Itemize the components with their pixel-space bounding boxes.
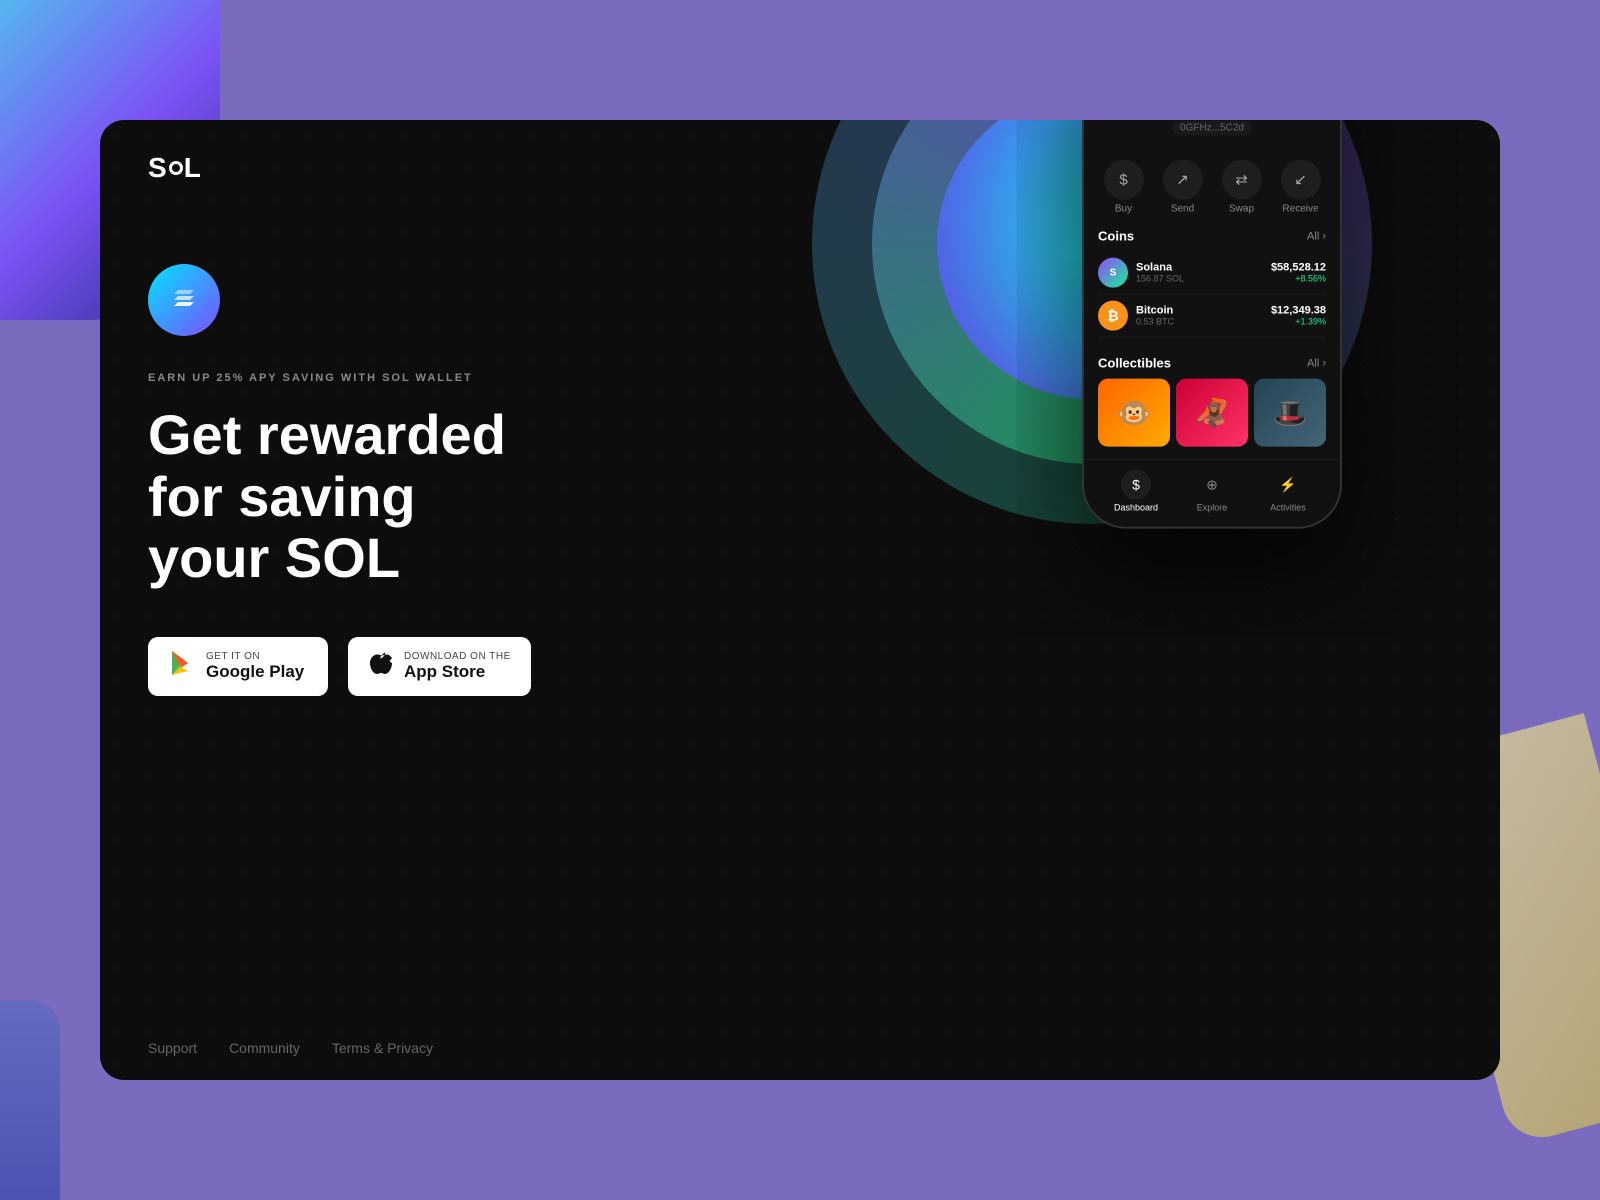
explore-nav-label: Explore (1197, 503, 1228, 513)
phone-device: 44:44 ▌▌▌ 📶 ▮ ⇄ ⚙ (1082, 120, 1342, 529)
footer-terms-link[interactable]: Terms & Privacy (332, 1040, 433, 1056)
headline-line1: Get rewarded (148, 403, 506, 466)
solana-change: +8.56% (1271, 274, 1326, 284)
left-panel: EARN UP 25% APY SAVING WITH SOL WALLET G… (148, 244, 668, 696)
collectibles-all[interactable]: All › (1307, 357, 1326, 369)
collectibles-section: Collectibles All › 🐵 🦧 🎩 (1084, 352, 1340, 451)
coins-section: Coins All › S Solana 156.87 SOL (1084, 225, 1340, 342)
google-play-text: GET IT ON Google Play (206, 651, 304, 682)
action-buy[interactable]: $ Buy (1096, 160, 1151, 215)
headline-line3: your SOL (148, 526, 400, 589)
swap-label: Swap (1229, 204, 1254, 215)
apple-icon (368, 649, 394, 684)
bitcoin-info: Bitcoin 0.53 BTC (1136, 305, 1263, 327)
solana-info: Solana 156.87 SOL (1136, 262, 1263, 284)
solana-price: $58,528.12 (1271, 262, 1326, 274)
logo-circle (169, 161, 183, 175)
nav-explore[interactable]: ⊕ Explore (1174, 470, 1250, 513)
action-swap[interactable]: ⇄ Swap (1214, 160, 1269, 215)
receive-label: Receive (1282, 204, 1318, 215)
app-buttons-container: GET IT ON Google Play Download on the Ap… (148, 637, 668, 696)
collectibles-header: Collectibles All › (1098, 356, 1326, 371)
send-label: Send (1171, 204, 1194, 215)
coin-row-solana[interactable]: S Solana 156.87 SOL $58,528.12 +8.56% (1098, 252, 1326, 295)
solana-icon: S (1098, 258, 1128, 288)
send-icon: ↗ (1163, 160, 1203, 200)
buy-icon: $ (1104, 160, 1144, 200)
nft-item-1[interactable]: 🐵 (1098, 379, 1170, 447)
bitcoin-name: Bitcoin (1136, 305, 1263, 317)
collectibles-title: Collectibles (1098, 356, 1171, 371)
main-card: SL EARN UP 25% APY SAVING WITH SOL WALLE… (100, 120, 1500, 1080)
brand-icon (148, 264, 220, 336)
phone-mockup: 44:44 ▌▌▌ 📶 ▮ ⇄ ⚙ (1082, 120, 1342, 529)
headline: Get rewarded for saving your SOL (148, 404, 668, 589)
wallet-center: 👛 My Wallet ∨ $70,889.34 0GFHz...5C2d (1084, 120, 1340, 150)
bitcoin-icon: ₿ (1098, 301, 1128, 331)
bitcoin-change: +1.39% (1271, 317, 1326, 327)
solana-amount: 156.87 SOL (1136, 274, 1263, 284)
bitcoin-values: $12,349.38 +1.39% (1271, 305, 1326, 327)
footer-support-link[interactable]: Support (148, 1040, 197, 1056)
footer-community-link[interactable]: Community (229, 1040, 300, 1056)
receive-icon: ↙ (1281, 160, 1321, 200)
main-content: EARN UP 25% APY SAVING WITH SOL WALLET G… (100, 184, 1500, 1016)
collectibles-grid: 🐵 🦧 🎩 (1098, 379, 1326, 447)
app-store-name: App Store (404, 662, 511, 682)
app-store-button[interactable]: Download on the App Store (348, 637, 531, 696)
nav-activities[interactable]: ⚡ Activities (1250, 470, 1326, 513)
action-send[interactable]: ↗ Send (1155, 160, 1210, 215)
google-play-store-name: Google Play (206, 662, 304, 682)
coins-all[interactable]: All › (1307, 230, 1326, 242)
headline-line2: for saving (148, 465, 416, 528)
dashboard-nav-icon: $ (1121, 470, 1151, 500)
swap-icon: ⇄ (1222, 160, 1262, 200)
bitcoin-price: $12,349.38 (1271, 305, 1326, 317)
google-play-small-label: GET IT ON (206, 651, 304, 662)
buy-label: Buy (1115, 204, 1132, 215)
action-buttons: $ Buy ↗ Send ⇄ Swap (1084, 150, 1340, 225)
activities-nav-icon: ⚡ (1273, 470, 1303, 500)
coin-row-bitcoin[interactable]: ₿ Bitcoin 0.53 BTC $12,349.38 +1.39% (1098, 295, 1326, 338)
solana-name: Solana (1136, 262, 1263, 274)
tagline: EARN UP 25% APY SAVING WITH SOL WALLET (148, 372, 668, 384)
solana-values: $58,528.12 +8.56% (1271, 262, 1326, 284)
wallet-address: 0GFHz...5C2d (1172, 121, 1252, 136)
google-play-button[interactable]: GET IT ON Google Play (148, 637, 328, 696)
action-receive[interactable]: ↙ Receive (1273, 160, 1328, 215)
nft-item-2[interactable]: 🦧 (1176, 379, 1248, 447)
explore-nav-icon: ⊕ (1197, 470, 1227, 500)
bg-decoration-bottom-left (0, 1000, 60, 1200)
app-store-text: Download on the App Store (404, 651, 511, 682)
dashboard-nav-label: Dashboard (1114, 503, 1158, 513)
activities-nav-label: Activities (1270, 503, 1306, 513)
phone-bottom-nav: $ Dashboard ⊕ Explore ⚡ Activities (1084, 459, 1340, 519)
phone-screen: ⇄ ⚙ 👛 My Wallet ∨ $70,889.34 0GFHz...5C2… (1084, 120, 1340, 527)
sol-logo-svg (166, 282, 202, 318)
coins-header: Coins All › (1098, 229, 1326, 244)
bitcoin-amount: 0.53 BTC (1136, 317, 1263, 327)
app-store-small-label: Download on the (404, 651, 511, 662)
nft-item-3[interactable]: 🎩 (1254, 379, 1326, 447)
nav-dashboard[interactable]: $ Dashboard (1098, 470, 1174, 513)
google-play-icon (168, 649, 196, 684)
footer: Support Community Terms & Privacy (100, 1016, 1500, 1080)
coins-title: Coins (1098, 229, 1134, 244)
